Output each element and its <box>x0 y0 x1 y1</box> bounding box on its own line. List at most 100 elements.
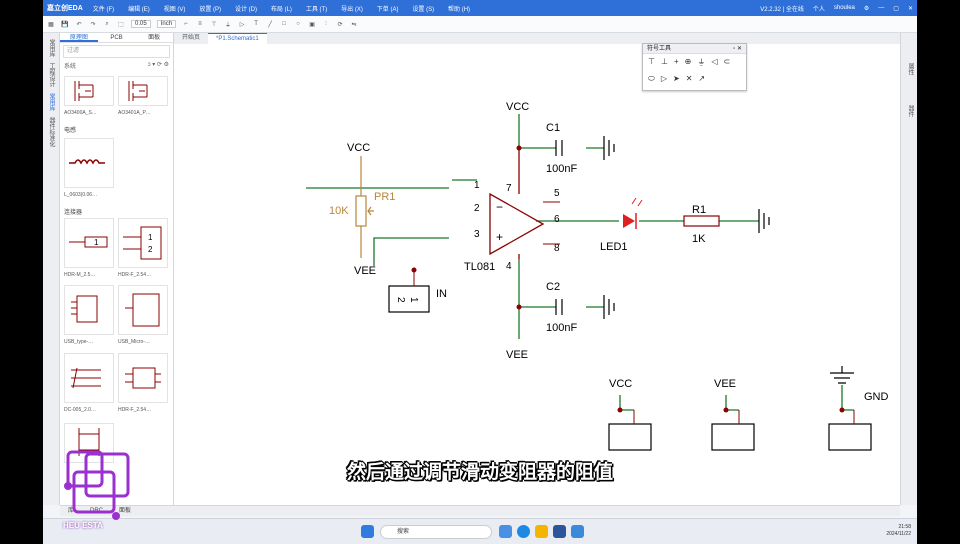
section-connector: 连接器 <box>64 210 83 216</box>
tab-panel[interactable]: 面板 <box>135 33 173 42</box>
edge-icon[interactable] <box>517 525 530 538</box>
thumb-usb-micro[interactable] <box>118 285 168 335</box>
folder-icon[interactable] <box>535 525 548 538</box>
menu-place[interactable]: 放置 (P) <box>199 7 221 13</box>
thumb-ao3400[interactable] <box>64 76 114 106</box>
windows-start-icon[interactable] <box>361 525 374 538</box>
in-label: IN <box>436 288 447 300</box>
menu-help[interactable]: 帮助 (H) <box>448 7 470 13</box>
thumb-hdr-m[interactable]: 1 <box>64 218 114 268</box>
header-vcc <box>608 423 652 451</box>
save-icon[interactable]: 💾 <box>61 21 69 28</box>
filter-label[interactable]: 系统 <box>64 61 76 70</box>
cross-icon[interactable]: + <box>674 57 679 68</box>
word-icon[interactable] <box>553 525 566 538</box>
menu-order[interactable]: 下单 (A) <box>377 7 399 13</box>
pot-vee-label: VEE <box>354 265 376 277</box>
strip-tab-standard[interactable]: 器件标准化 <box>47 117 56 147</box>
netport-icon[interactable]: ⊂ <box>723 57 730 68</box>
schematic-drawing[interactable]: VCC VEE PR1 10K − + 1 2 3 4 5 6 7 8 TL08… <box>174 44 900 505</box>
power-vee-icon[interactable]: ⊥ <box>661 57 668 68</box>
pin-label: 5 <box>554 188 560 199</box>
layout-icon[interactable]: ▦ <box>47 21 55 28</box>
grid-select[interactable]: 0.05 <box>131 20 151 28</box>
menu-settings[interactable]: 设置 (S) <box>412 7 434 13</box>
menu-export[interactable]: 导出 (X) <box>341 7 363 13</box>
image-icon[interactable]: ▣ <box>308 21 316 28</box>
menu-edit[interactable]: 编辑 (E) <box>128 7 150 13</box>
thumb-hdr-f2[interactable] <box>118 353 168 403</box>
unit-select[interactable]: Inch <box>156 20 177 28</box>
no-connect-icon[interactable]: ✕ <box>686 74 693 84</box>
zoom-icon[interactable]: ⌕ <box>103 21 111 28</box>
net-label-icon[interactable]: ⊤ <box>210 21 218 28</box>
align-icon[interactable]: ⫶ <box>322 21 330 28</box>
strip-tab-device[interactable]: 器件 <box>906 105 915 117</box>
close-icon[interactable]: ✕ <box>908 5 913 12</box>
tab-schematic-doc[interactable]: *P1.Schematic1 <box>208 33 267 44</box>
brand-label: HEU ESTA <box>63 521 103 530</box>
thumb-hdr-f[interactable]: 12 <box>118 218 168 268</box>
user-name[interactable]: shoulea <box>834 5 855 11</box>
toolbox-row-1: ⊤ ⊥ + ⊕ ⏚ ◁ ⊂ <box>643 54 746 71</box>
personal-dropdown[interactable]: 个人 <box>813 4 825 13</box>
flag-icon[interactable]: ▷ <box>661 74 667 84</box>
shape-icon[interactable]: ⬭ <box>648 74 655 84</box>
undo-icon[interactable]: ↶ <box>75 21 83 28</box>
eda-icon[interactable] <box>571 525 584 538</box>
schematic-canvas[interactable]: VCC VEE PR1 10K − + 1 2 3 4 5 6 7 8 TL08… <box>174 44 900 505</box>
gear-icon[interactable]: ⚙ <box>864 5 869 12</box>
bus-icon[interactable]: ≡ <box>196 21 204 27</box>
thumb-dc005[interactable] <box>64 353 114 403</box>
panel-tabs: 原理图 PCB 面板 <box>60 33 173 43</box>
menu-layout[interactable]: 布局 (L) <box>271 7 292 13</box>
library-panel: 原理图 PCB 面板 过滤 系统 ↄ ▾ ⟳ ⚙ AO3400A_S… AO34… <box>60 33 174 505</box>
usb-icon <box>125 293 160 327</box>
line-icon[interactable]: ╱ <box>266 21 274 28</box>
toolbox-close-icon[interactable]: ▫ ✕ <box>733 44 742 53</box>
port-tool-icon[interactable]: ◁ <box>711 57 717 68</box>
tab-start-page[interactable]: 开始页 <box>174 33 208 44</box>
arrow-tool-icon[interactable]: ➤ <box>673 74 680 84</box>
conn-vee-label: VEE <box>714 378 736 390</box>
flip-icon[interactable]: ⇋ <box>350 21 358 28</box>
menu-tools[interactable]: 工具 (T) <box>306 7 327 13</box>
thumb-caption: HDR-F_2.54… <box>118 407 152 413</box>
probe-icon[interactable]: ↗ <box>698 74 705 84</box>
filter-icons[interactable]: ↄ ▾ ⟳ ⚙ <box>148 61 169 70</box>
svg-text:1: 1 <box>148 233 153 242</box>
thumb-ao3401[interactable] <box>118 76 168 106</box>
taskbar-search[interactable]: 搜索 <box>380 525 492 539</box>
rotate-icon[interactable]: ⟳ <box>336 21 344 28</box>
thumb-inductor[interactable] <box>64 138 114 188</box>
mosfet-icon <box>128 81 148 101</box>
menu-design[interactable]: 设计 (D) <box>235 7 257 13</box>
circle-plus-icon[interactable]: ⊕ <box>685 57 692 68</box>
rect-icon[interactable]: □ <box>280 21 288 27</box>
minimize-icon[interactable]: — <box>878 5 884 11</box>
power-vcc-icon[interactable]: ⊤ <box>648 57 655 68</box>
taskbar-app-icon[interactable] <box>499 525 512 538</box>
menu-view[interactable]: 视图 (V) <box>164 7 186 13</box>
menu-file[interactable]: 文件 (F) <box>93 7 114 13</box>
wire-group <box>306 114 854 411</box>
circle-icon[interactable]: ○ <box>294 21 302 27</box>
tab-schematic[interactable]: 原理图 <box>60 33 98 42</box>
strip-tab-properties[interactable]: 属性 <box>906 63 915 75</box>
pin-label: 8 <box>554 243 560 254</box>
strip-tab-common[interactable]: 常用库 <box>47 39 56 57</box>
maximize-icon[interactable]: ▢ <box>893 5 899 12</box>
search-input[interactable]: 过滤 <box>63 45 170 58</box>
power-icon[interactable]: ⏚ <box>224 20 232 29</box>
ground-tool-icon[interactable]: ⏚ <box>697 57 705 68</box>
strip-tab-library[interactable]: 常用库 <box>47 93 56 111</box>
tab-pcb[interactable]: PCB <box>98 33 136 42</box>
text-icon[interactable]: T <box>252 21 260 27</box>
strip-tab-project[interactable]: 工程设计 <box>47 63 56 87</box>
port-icon[interactable]: ▷ <box>238 21 246 28</box>
wire-icon[interactable]: ⌐ <box>182 21 190 27</box>
redo-icon[interactable]: ↷ <box>89 21 97 28</box>
select-icon[interactable]: ⬚ <box>117 21 125 28</box>
pot-ref-label: PR1 <box>374 191 395 203</box>
thumb-usb-typec[interactable] <box>64 285 114 335</box>
